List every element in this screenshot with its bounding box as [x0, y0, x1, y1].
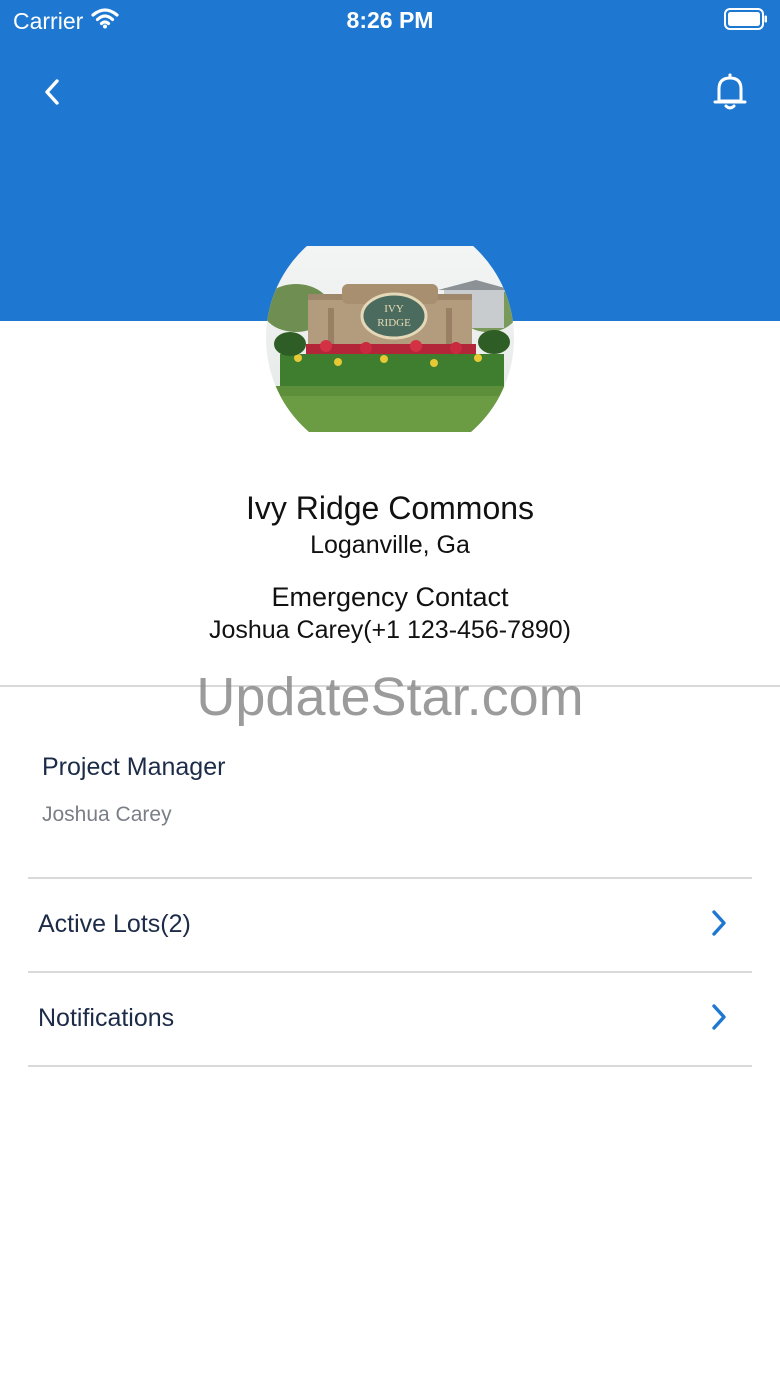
chevron-right-icon [710, 1002, 728, 1037]
chevron-left-icon [41, 77, 63, 112]
status-bar: Carrier 8:26 PM [0, 0, 780, 40]
notifications-bell-button[interactable] [704, 68, 756, 120]
notifications-row[interactable]: Notifications [28, 972, 752, 1066]
bell-icon [713, 72, 747, 117]
active-lots-label: Active Lots(2) [38, 910, 191, 938]
watermark: UpdateStar.com [196, 667, 584, 727]
battery-icon [724, 8, 768, 35]
status-time: 8:26 PM [346, 7, 434, 33]
sign-text-line2: RIDGE [377, 317, 411, 329]
row-divider [28, 1065, 752, 1067]
active-lots-row[interactable]: Active Lots(2) [28, 878, 752, 972]
sign-text-line1: IVY [384, 303, 404, 315]
back-button[interactable] [28, 70, 76, 118]
project-manager-value: Joshua Carey [42, 803, 172, 826]
community-location: Loganville, Ga [310, 531, 470, 559]
chevron-right-icon [710, 908, 728, 943]
emergency-contact-value: Joshua Carey(+1 123-456-7890) [208, 616, 572, 644]
project-manager-label: Project Manager [42, 753, 226, 781]
notifications-label: Notifications [38, 1004, 175, 1032]
community-image: IVY RIDGE [266, 246, 514, 432]
emergency-contact-heading: Emergency Contact [271, 582, 509, 612]
community-name: Ivy Ridge Commons [245, 490, 535, 526]
